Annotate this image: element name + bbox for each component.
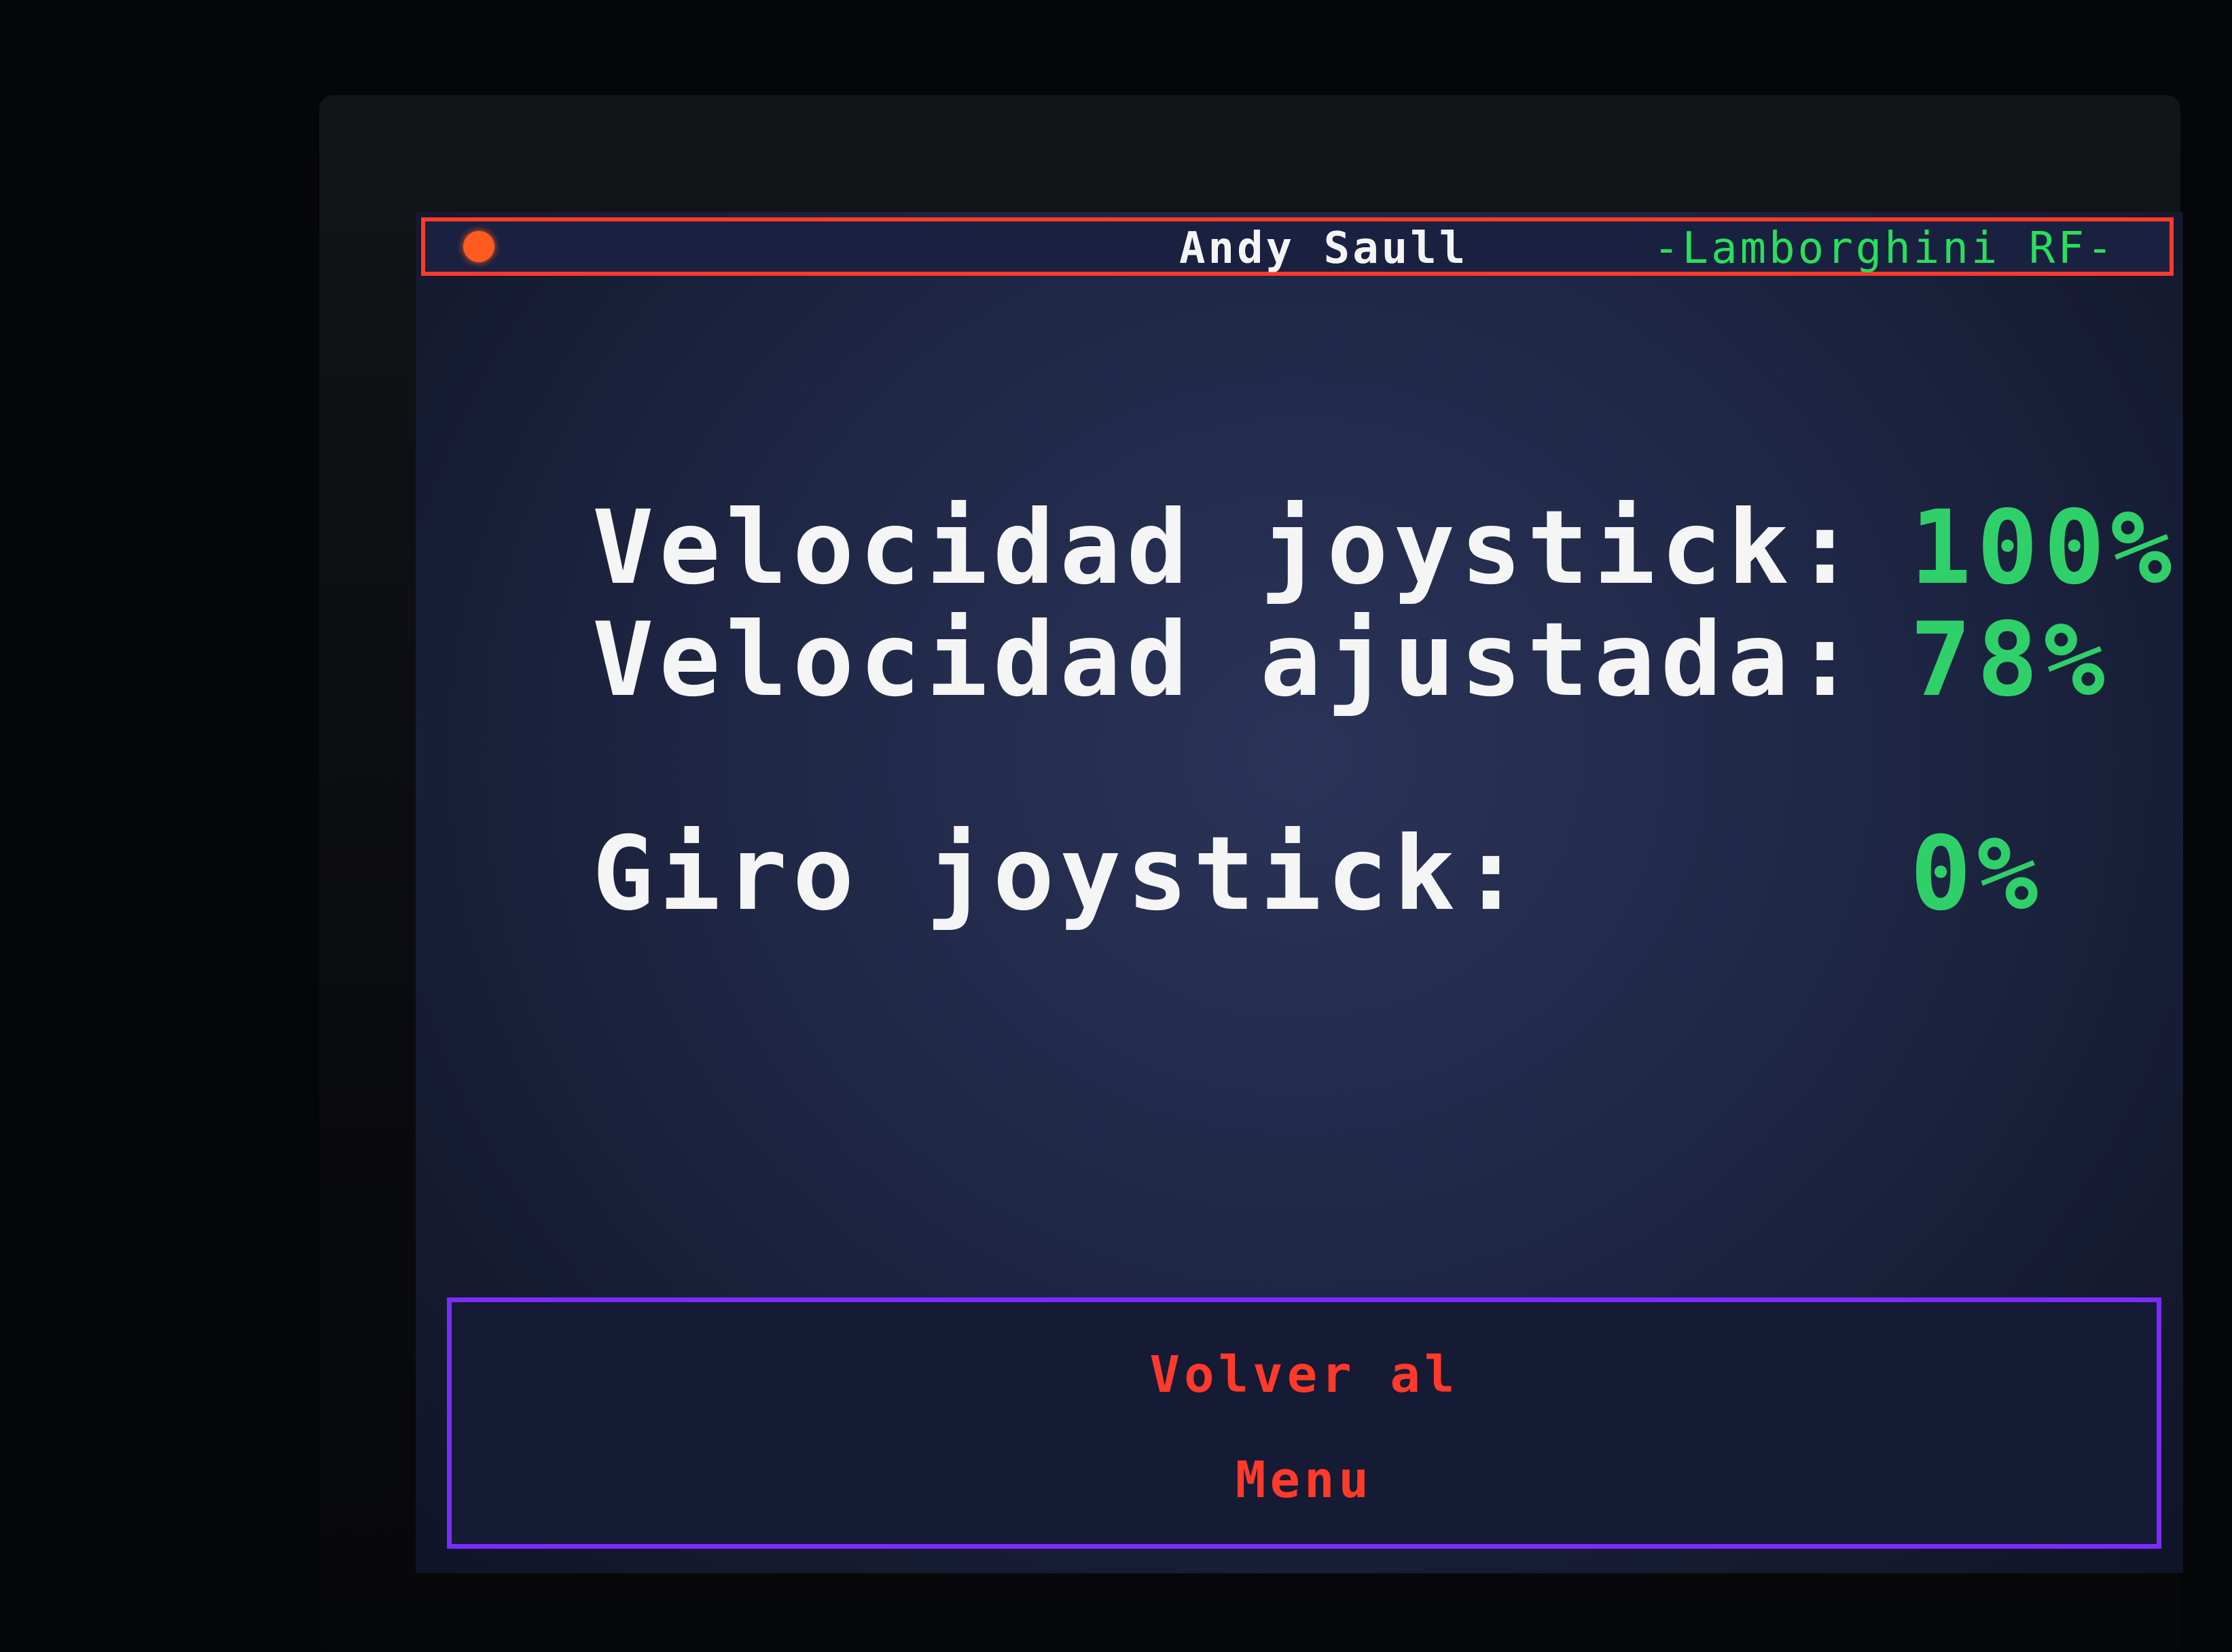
back-to-menu-button[interactable]: Volver al Menu	[447, 1297, 2161, 1549]
model-name: -Lamborghini RF-	[1653, 223, 2116, 274]
joystick-turn-label: Giro joystick:	[592, 815, 1528, 933]
user-name: Andy Saull	[1179, 223, 1469, 274]
status-indicator-icon	[463, 231, 494, 262]
joystick-speed-label: Velocidad joystick:	[592, 489, 1861, 607]
back-button-label-line2: Menu	[1235, 1451, 1373, 1509]
header-bar: Andy Saull -Lamborghini RF-	[421, 217, 2174, 276]
back-button-label-line1: Volver al	[1149, 1346, 1459, 1404]
adjusted-speed-value: 78%	[1910, 601, 2110, 719]
adjusted-speed-label: Velocidad ajustada:	[592, 601, 1861, 719]
joystick-speed-value: 100%	[1910, 489, 2178, 607]
lcd-screen: Andy Saull -Lamborghini RF- Velocidad jo…	[416, 212, 2183, 1573]
joystick-turn-value: 0%	[1910, 815, 2044, 933]
